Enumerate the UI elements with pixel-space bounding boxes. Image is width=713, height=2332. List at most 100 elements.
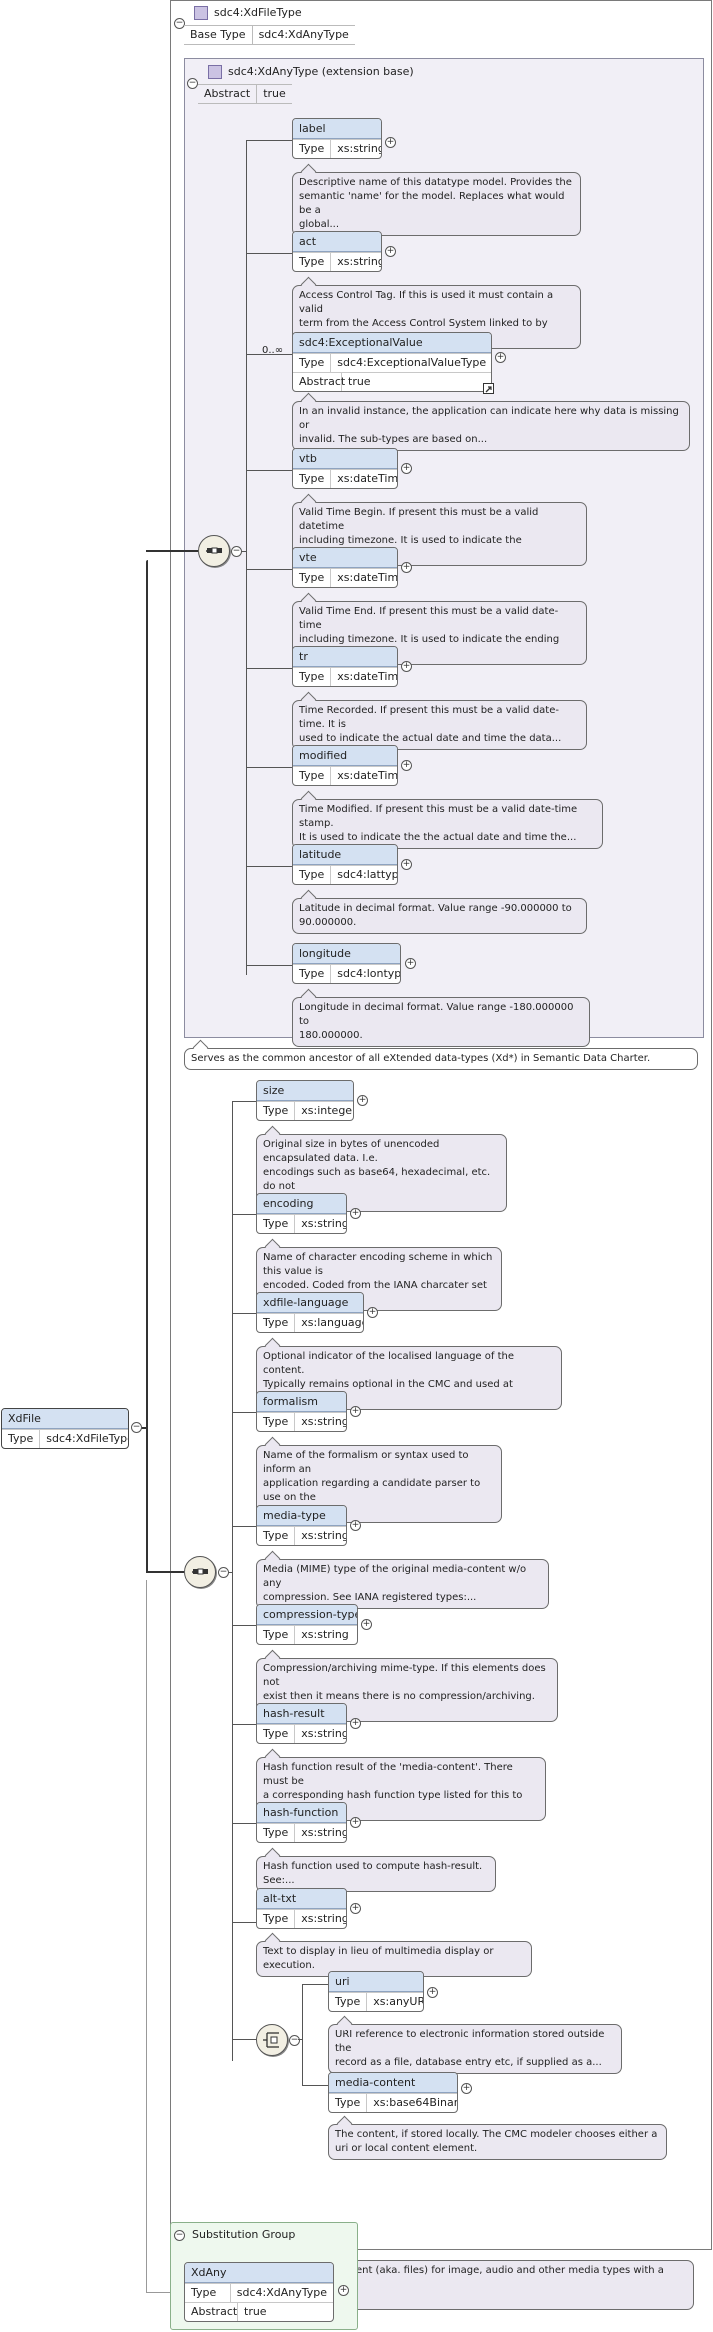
- collapse-file-sequence-button[interactable]: −: [218, 1567, 229, 1578]
- element-exceptional-type-row: Type sdc4:ExceptionalValueType: [293, 353, 491, 372]
- file-sequence-icon[interactable]: [184, 1556, 216, 1588]
- element-exceptional-value[interactable]: sdc4:ExceptionalValue Type sdc4:Exception…: [292, 332, 492, 392]
- xdfile-type-title: sdc4:XdFileType: [194, 6, 302, 20]
- substitution-abstract-row: Abstract true: [185, 2302, 333, 2321]
- element-latitude-type-row: Typesdc4:lattype: [293, 865, 397, 884]
- element-longitude[interactable]: longitude Type sdc4:lontype: [292, 943, 401, 984]
- element-hash-function[interactable]: hash-function Type xs:string: [256, 1802, 347, 1843]
- expand-latitude-button[interactable]: +: [401, 859, 412, 870]
- expand-media-type-button[interactable]: +: [350, 1520, 361, 1531]
- expand-alt-txt-button[interactable]: +: [350, 1903, 361, 1914]
- expand-substitution-button[interactable]: +: [338, 2285, 349, 2296]
- connector-tr: [246, 668, 292, 669]
- connector-compression-type: [232, 1625, 256, 1626]
- doc-hash-function: Hash function used to compute hash-resul…: [256, 1856, 496, 1892]
- connector-vte: [246, 569, 292, 570]
- connector-media-type: [232, 1526, 256, 1527]
- expand-formalism-button[interactable]: +: [350, 1406, 361, 1417]
- expand-size-button[interactable]: +: [357, 1095, 368, 1106]
- element-vte-type-row: Typexs:dateTime: [293, 568, 397, 587]
- collapse-substitution-group-button[interactable]: −: [174, 2230, 185, 2241]
- expand-hash-result-button[interactable]: +: [350, 1718, 361, 1729]
- expand-vte-button[interactable]: +: [401, 562, 412, 573]
- substitution-type-row: Type sdc4:XdAnyType: [185, 2283, 333, 2302]
- base-type-label: Base Type: [184, 26, 253, 44]
- base-type-row: Base Type sdc4:XdAnyType: [184, 25, 355, 45]
- element-size-name: size: [257, 1081, 353, 1101]
- element-size-type-row: Type xs:integer: [257, 1101, 353, 1120]
- connector-label: [246, 140, 292, 141]
- collapse-choice-button[interactable]: −: [289, 2035, 300, 2046]
- element-tr-name: tr: [293, 647, 397, 667]
- element-tr[interactable]: tr Typexs:dateTime: [292, 646, 398, 687]
- complex-type-icon: [208, 65, 222, 79]
- element-xdfile-language-type-row: Type xs:language: [257, 1313, 363, 1332]
- root-element-xdfile[interactable]: XdFile Type sdc4:XdFileType: [1, 1408, 129, 1449]
- base-sequence-icon[interactable]: [198, 535, 230, 567]
- connector-formalism: [232, 1412, 256, 1413]
- root-to-base-sequence: [146, 550, 198, 552]
- element-label-name: label: [293, 119, 381, 139]
- collapse-xdany-type-button[interactable]: −: [187, 78, 198, 89]
- expand-hash-function-button[interactable]: +: [350, 1817, 361, 1828]
- expand-media-content-button[interactable]: +: [461, 2083, 472, 2094]
- root-vertical-connector: [146, 560, 148, 1572]
- expand-compression-type-button[interactable]: +: [361, 1619, 372, 1630]
- element-compression-type-type-row: Type xs:string: [257, 1625, 357, 1644]
- element-encoding-type-row: Type xs:string: [257, 1214, 346, 1233]
- element-media-content-name: media-content: [329, 2073, 457, 2093]
- element-xdfile-language[interactable]: xdfile-language Type xs:language: [256, 1292, 364, 1333]
- substitution-element-xdany[interactable]: XdAny Type sdc4:XdAnyType Abstract true: [184, 2262, 334, 2322]
- element-modified-name: modified: [293, 746, 397, 766]
- doc-xdany-type: Serves as the common ancestor of all eXt…: [184, 1048, 698, 1070]
- element-vte[interactable]: vte Typexs:dateTime: [292, 547, 398, 588]
- doc-latitude: Latitude in decimal format. Value range …: [292, 898, 587, 934]
- element-uri-type-row: Type xs:anyURI: [329, 1992, 423, 2011]
- element-latitude[interactable]: latitude Typesdc4:lattype: [292, 844, 398, 885]
- element-vtb-type-row: Typexs:dateTime: [293, 469, 397, 488]
- expand-act-button[interactable]: +: [385, 246, 396, 257]
- expand-label-button[interactable]: +: [385, 137, 396, 148]
- expand-longitude-button[interactable]: +: [405, 958, 416, 969]
- substitution-group-title: Substitution Group: [192, 2228, 296, 2241]
- expand-xdfile-language-button[interactable]: +: [367, 1307, 378, 1318]
- connector-modified: [246, 767, 292, 768]
- collapse-root-button[interactable]: −: [131, 1422, 142, 1433]
- connector-size: [232, 1101, 256, 1102]
- abstract-value: true: [263, 87, 286, 100]
- element-alt-txt[interactable]: alt-txt Type xs:string: [256, 1888, 347, 1929]
- element-uri[interactable]: uri Type xs:anyURI: [328, 1971, 424, 2012]
- element-vtb[interactable]: vtb Typexs:dateTime: [292, 448, 398, 489]
- element-exceptional-value-name: sdc4:ExceptionalValue: [293, 333, 491, 353]
- element-hash-result-type-row: Type xs:string: [257, 1724, 346, 1743]
- element-longitude-type-row: Type sdc4:lontype: [293, 964, 400, 983]
- expand-tr-button[interactable]: +: [401, 661, 412, 672]
- expand-vtb-button[interactable]: +: [401, 463, 412, 474]
- collapse-base-sequence-button[interactable]: −: [231, 546, 242, 557]
- expand-uri-button[interactable]: +: [427, 1987, 438, 1998]
- element-media-content[interactable]: media-content Type xs:base64Binary: [328, 2072, 458, 2113]
- choice-arm: [298, 2039, 302, 2040]
- element-act[interactable]: act Type xs:string: [292, 231, 382, 272]
- element-compression-type[interactable]: compression-type Type xs:string: [256, 1604, 358, 1645]
- element-formalism-type-row: Type xs:string: [257, 1412, 346, 1431]
- element-encoding[interactable]: encoding Type xs:string: [256, 1193, 347, 1234]
- element-formalism[interactable]: formalism Type xs:string: [256, 1391, 347, 1432]
- expand-modified-button[interactable]: +: [401, 760, 412, 771]
- complex-type-icon: [194, 6, 208, 20]
- element-media-type[interactable]: media-type Type xs:string: [256, 1505, 347, 1546]
- expand-exceptional-value-button[interactable]: +: [495, 352, 506, 363]
- xdany-type-title: sdc4:XdAnyType (extension base): [208, 65, 414, 79]
- element-hash-result[interactable]: hash-result Type xs:string: [256, 1703, 347, 1744]
- doc-uri: URI reference to electronic information …: [328, 2024, 622, 2074]
- expand-encoding-button[interactable]: +: [350, 1208, 361, 1219]
- choice-icon[interactable]: [256, 2024, 288, 2056]
- element-size[interactable]: size Type xs:integer: [256, 1080, 354, 1121]
- file-sequence-connector: [232, 1101, 233, 2061]
- root-to-file-sequence: [146, 1571, 184, 1573]
- doc-media-type: Media (MIME) type of the original media-…: [256, 1559, 549, 1609]
- element-modified[interactable]: modified Typexs:dateTime: [292, 745, 398, 786]
- substitution-connector: [146, 1580, 147, 2292]
- doc-tr: Time Recorded. If present this must be a…: [292, 700, 587, 750]
- element-label[interactable]: label Type xs:string: [292, 118, 382, 159]
